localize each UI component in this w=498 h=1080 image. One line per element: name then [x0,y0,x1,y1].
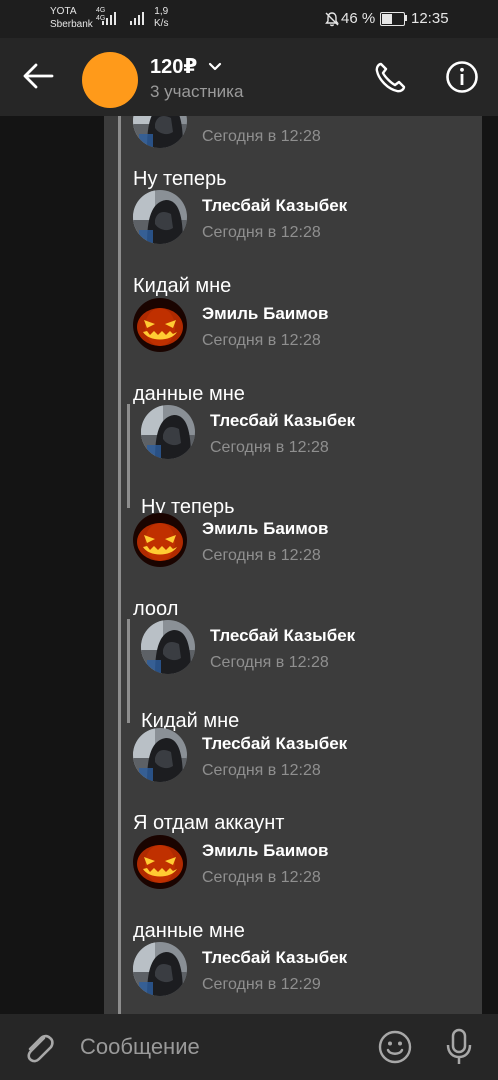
sender-avatar[interactable] [141,405,195,459]
message-text[interactable]: Ну теперь [133,168,227,191]
sender-avatar[interactable] [133,728,187,782]
message-timestamp: Сегодня в 12:28 [202,128,321,145]
sender-avatar[interactable] [133,513,187,567]
carrier-labels: YOTA Sberbank [50,5,93,31]
status-bar: YOTA Sberbank 4G 4G 1,9 K/s 46 % 12:35 [0,0,498,38]
chat-header: 120₽ 3 участника [0,38,498,116]
message-text[interactable]: лоол [133,598,178,621]
network-speed-unit: K/s [154,18,169,29]
back-arrow-icon[interactable] [22,62,54,90]
info-icon[interactable] [445,60,479,94]
sender-avatar[interactable] [133,942,187,996]
participants-count: 3 участника [150,82,244,101]
carrier-1: YOTA [50,6,77,17]
attach-icon[interactable] [22,1030,56,1066]
bell-muted-icon [325,12,339,27]
forward-indicator-line [118,116,121,1014]
sender-name[interactable]: Эмиль Баимов [202,841,328,861]
chevron-down-icon[interactable] [208,60,222,74]
sender-name[interactable]: Тлесбай Казыбек [202,734,347,754]
input-bar [0,1014,498,1080]
message-timestamp: Сегодня в 12:28 [202,332,321,349]
message-text[interactable]: данные мне [133,920,245,943]
message-timestamp: Сегодня в 12:28 [202,762,321,779]
message-text[interactable]: данные мне [133,383,245,406]
emoji-icon[interactable] [378,1030,412,1064]
sender-name[interactable]: Эмиль Баимов [202,304,328,324]
battery-level [382,14,392,24]
sender-name[interactable]: Эмиль Баимов [202,519,328,539]
sender-avatar[interactable] [133,190,187,244]
message-timestamp: Сегодня в 12:28 [202,547,321,564]
network-speed: 1,9 K/s [154,6,168,30]
message-list[interactable]: Сегодня в 12:28 Ну теперь Тлесбай Казыбек С… [0,116,498,1014]
sender-name[interactable]: Тлесбай Казыбек [202,948,347,968]
message-timestamp: Сегодня в 12:28 [202,224,321,241]
sender-name[interactable]: Тлесбай Казыбек [210,626,355,646]
sender-name[interactable]: Тлесбай Казыбек [210,411,355,431]
chat-title[interactable]: 120₽ [150,54,197,79]
nested-forward-line [127,619,130,723]
signal-icon-2 [130,11,146,25]
message-timestamp: Сегодня в 12:29 [202,976,321,993]
battery-tip [405,15,407,21]
message-input[interactable] [80,1032,360,1062]
message-timestamp: Сегодня в 12:28 [210,654,329,671]
chat-avatar[interactable] [82,52,138,108]
sender-avatar[interactable] [141,620,195,674]
message-timestamp: Сегодня в 12:28 [210,439,329,456]
battery-icon [380,12,405,26]
sender-avatar[interactable] [133,298,187,352]
signal-icon-1 [102,11,118,25]
clock: 12:35 [411,10,449,27]
carrier-2: Sberbank [50,19,93,30]
microphone-icon[interactable] [444,1028,474,1066]
message-text[interactable]: Я отдам аккаунт [133,812,284,835]
message-text[interactable]: Кидай мне [133,275,231,298]
phone-icon[interactable] [372,60,408,96]
network-speed-value: 1,9 [154,6,169,17]
sender-avatar[interactable] [133,835,187,889]
sender-name[interactable]: Тлесбай Казыбек [202,196,347,216]
nested-forward-line [127,404,130,508]
message-timestamp: Сегодня в 12:28 [202,869,321,886]
battery-percent: 46 % [341,10,376,27]
